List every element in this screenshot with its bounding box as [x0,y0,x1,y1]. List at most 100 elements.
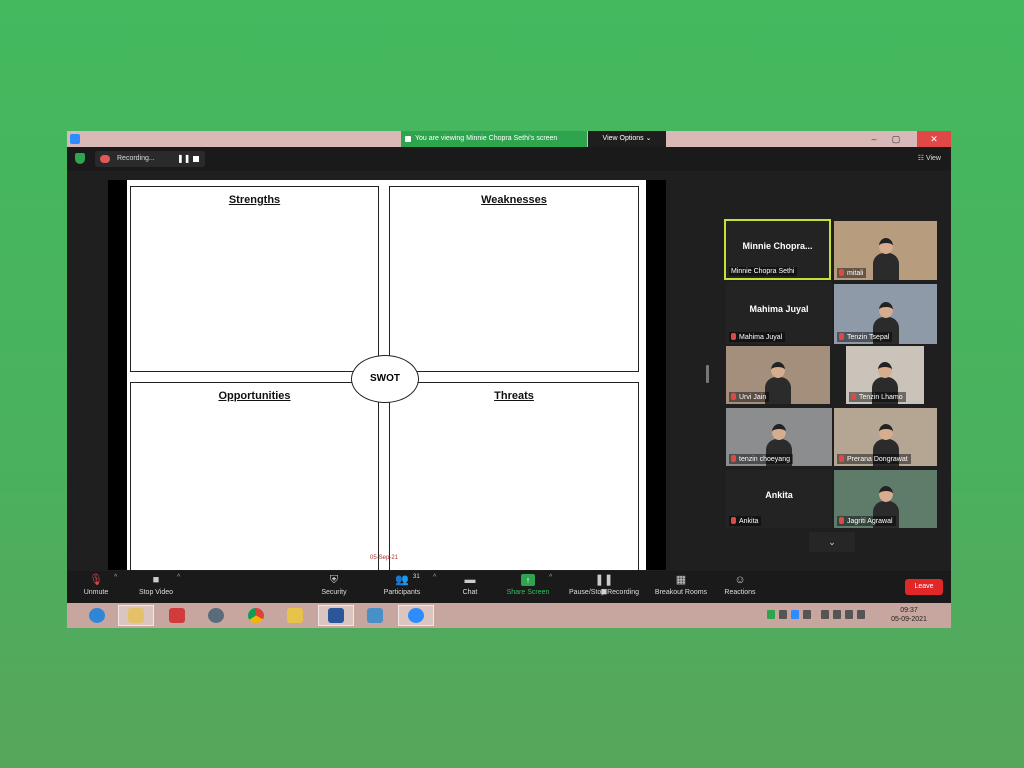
security-button[interactable]: ⛨ Security [302,571,366,596]
reactions-button[interactable]: ☺ Reactions [708,571,772,596]
meeting-top-bar: Recording... ❚❚ ☷ View [67,147,951,171]
participant-name-label: Tenzin Tsepal [837,332,893,342]
media-app-icon[interactable] [198,605,234,626]
participant-name-label: tenzin choeyang [729,454,793,464]
participant-name-label: Mahima Juyal [729,332,786,342]
meeting-toolbar: 🎙 Unmute ^ ■ Stop Video ^ ⛨ Security 👥 P… [67,571,951,603]
participant-tile[interactable]: Jagriti Agrawal [834,470,937,528]
weaknesses-title: Weaknesses [481,194,547,206]
clock-date: 05-09-2021 [891,616,927,623]
clock-time: 09:37 [900,607,918,614]
video-camera-icon: ■ [152,574,160,586]
participant-name-text: tenzin choeyang [739,456,790,463]
pause-recording-icon[interactable]: ❚❚ [177,151,190,167]
participant-name-text: Urvi Jain [739,394,767,401]
weaknesses-quadrant: Weaknesses [389,186,639,372]
participant-tile[interactable]: Urvi Jain [726,346,830,404]
pause-stop-icon: ❚❚ ■ [594,574,614,598]
participants-label: Participants [383,589,421,596]
chrome-icon[interactable] [238,605,274,626]
maximize-button[interactable]: ▢ [885,131,907,147]
zoom-taskbar-icon[interactable] [398,605,434,626]
flag-icon[interactable] [779,610,787,619]
slide-date: 05-Sep-21 [370,555,399,561]
close-button[interactable]: ✕ [917,131,951,147]
screen-share-icon [405,136,411,142]
participant-name-text: mitali [847,270,864,277]
network-icon[interactable] [803,610,811,619]
pause-stop-recording-button[interactable]: ❚❚ ■ Pause/Stop Recording [557,571,651,598]
recording-indicator: Recording... ❚❚ [95,151,205,167]
system-tray [767,610,865,619]
shared-screen: Strengths Weaknesses Opportunities Threa… [108,180,666,572]
taskbar-clock[interactable]: 09:37 05-09-2021 [891,606,927,624]
participant-tile[interactable]: mitali [834,221,937,280]
reactions-smiley-icon: ☺ [734,574,746,586]
internet-explorer-icon[interactable] [79,605,115,626]
participant-tile[interactable]: Prerana Dongrawat [834,408,937,466]
leave-button[interactable]: Leave [905,579,943,595]
participant-display-name: Ankita [765,490,793,501]
participant-tile[interactable]: Tenzin Tsepal [834,284,937,344]
zoom-app-icon [70,134,80,144]
cloud-record-icon [100,155,110,163]
chat-label: Chat [462,589,478,596]
participants-button[interactable]: 👥 Participants [370,571,434,596]
viewing-banner-text: You are viewing Minnie Chopra Sethi's sc… [415,135,558,142]
zoom-window: You are viewing Minnie Chopra Sethi's sc… [67,131,951,628]
view-button[interactable]: ☷ View [918,151,941,167]
windows-taskbar: 09:37 05-09-2021 [67,603,951,628]
stop-recording-icon[interactable] [193,156,199,162]
keyboard-icon[interactable] [845,610,853,619]
participant-name-label: Tenzin Lhamo [849,392,906,402]
mic-muted-icon [839,269,844,276]
security-label: Security [321,589,347,596]
gallery-next-page-button[interactable]: ⌄ [809,532,855,552]
participant-name-text: Ankita [739,518,759,525]
mic-muted-icon [851,393,856,400]
volume-icon[interactable] [833,610,841,619]
participant-tile[interactable]: Minnie Chopra... Minnie Chopra Sethi [724,219,831,280]
mic-muted-icon [839,333,844,340]
language-icon[interactable] [857,610,865,619]
participant-name-text: Prerana Dongrawat [847,456,908,463]
participant-display-name: Minnie Chopra... [742,240,813,251]
participant-name-label: mitali [837,268,867,278]
messenger-icon[interactable] [277,605,313,626]
share-options-caret[interactable]: ^ [549,574,552,581]
threats-quadrant: Threats [389,382,639,572]
audio-options-caret[interactable]: ^ [114,574,117,581]
opportunities-quadrant: Opportunities [130,382,379,572]
panel-splitter-handle[interactable] [706,365,709,383]
participant-tile[interactable]: Mahima Juyal Mahima Juyal [726,282,832,344]
tray-zoom-icon[interactable] [791,610,799,619]
participant-name-text: Tenzin Tsepal [847,334,890,341]
view-options-button[interactable]: View Options ⌄ [588,131,666,147]
chat-bubble-icon: ▬ [464,574,476,586]
participant-tile[interactable]: Ankita Ankita [726,470,832,528]
minimize-button[interactable]: – [863,131,885,147]
acrobat-icon[interactable] [159,605,195,626]
security-shield-icon: ⛨ [329,574,339,586]
photo-viewer-icon[interactable] [357,605,393,626]
chat-button[interactable]: ▬ Chat [438,571,502,596]
participants-count: 31 [413,574,420,580]
mic-muted-icon [731,393,736,400]
mic-muted-icon [839,517,844,524]
pause-stop-label: Pause/Stop Recording [568,589,640,596]
unmute-button[interactable]: 🎙 Unmute [67,571,128,596]
participant-tile[interactable]: Tenzin Lhamo [846,346,924,404]
word-icon[interactable] [318,605,354,626]
breakout-grid-icon: ▦ [675,574,687,586]
reactions-label: Reactions [724,589,756,596]
participant-tile[interactable]: tenzin choeyang [726,408,832,466]
swot-center-label: SWOT [351,355,419,403]
battery-icon[interactable] [821,610,829,619]
video-options-caret[interactable]: ^ [177,574,180,581]
participants-options-caret[interactable]: ^ [433,574,436,581]
breakout-rooms-button[interactable]: ▦ Breakout Rooms [647,571,715,596]
mic-muted-icon [731,333,736,340]
encryption-shield-icon[interactable] [75,153,85,164]
file-explorer-icon[interactable] [118,605,154,626]
tray-shield-icon[interactable] [767,610,775,619]
